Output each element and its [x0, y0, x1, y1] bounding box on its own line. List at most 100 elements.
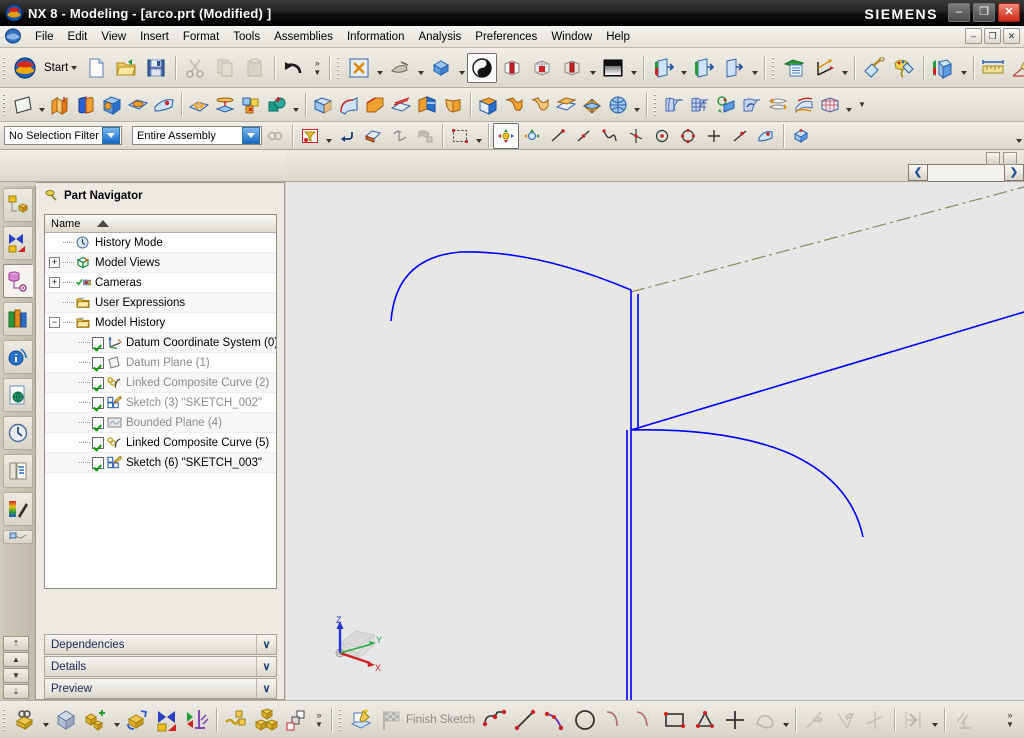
edge-blend-icon[interactable] — [336, 92, 362, 118]
x-form-icon[interactable] — [765, 92, 791, 118]
feature-suppress-checkbox[interactable] — [92, 416, 104, 429]
end-point-icon[interactable] — [545, 123, 571, 149]
control-point-icon[interactable] — [597, 123, 623, 149]
quadrant-point-icon[interactable] — [675, 123, 701, 149]
tree-expander-icon[interactable]: + — [49, 257, 60, 268]
static-wireframe-icon[interactable] — [497, 53, 527, 83]
trim-body-icon[interactable] — [238, 92, 264, 118]
resource-bar-item-constraint-navigator[interactable] — [2, 226, 33, 260]
toolbar-grip[interactable] — [653, 91, 658, 118]
wave-geometry-icon[interactable] — [221, 705, 251, 735]
sort-ascending-icon[interactable] — [97, 220, 109, 227]
measure-distance-icon[interactable] — [978, 53, 1008, 83]
save-icon[interactable] — [141, 53, 171, 83]
chevron-down-icon[interactable]: ∨ — [256, 679, 276, 698]
dimension-dropdown-caret[interactable] — [929, 706, 940, 734]
resource-scroll-down-button[interactable]: ▼ — [3, 668, 29, 683]
undo-icon[interactable] — [279, 53, 309, 83]
inferred-point-icon[interactable] — [519, 123, 545, 149]
quick-extend-icon[interactable] — [830, 705, 860, 735]
tree-row[interactable]: Sketch (3) "SKETCH_002" — [45, 393, 276, 413]
graphics-scroll-left-button[interactable]: ❮ — [908, 164, 928, 181]
curve-dropdown-caret[interactable] — [780, 706, 791, 734]
part-navigator-tree[interactable]: Name History Mode + Model Views + Cameras Use… — [44, 214, 277, 589]
undo-selection-icon[interactable] — [334, 123, 360, 149]
section-details[interactable]: Details ∨ — [44, 656, 277, 677]
assembly-constraint-icon[interactable] — [182, 705, 212, 735]
clip-dropdown-caret[interactable] — [749, 54, 760, 82]
hole-icon[interactable] — [99, 92, 125, 118]
feature-toolbar-overflow[interactable]: ▼ — [854, 90, 870, 120]
toolbar-grip[interactable] — [2, 91, 7, 118]
tree-row[interactable]: − Model History — [45, 313, 276, 333]
shaded-with-edges-icon[interactable] — [467, 52, 498, 83]
finish-sketch-icon[interactable] — [376, 705, 406, 735]
wireframe-with-hidden-icon[interactable] — [557, 53, 587, 83]
trim-icon[interactable] — [414, 92, 440, 118]
make-corner-icon[interactable] — [860, 705, 890, 735]
find-dropdown-caret[interactable] — [40, 706, 51, 734]
selection-scope-combo[interactable]: Entire Assembly — [132, 126, 262, 145]
arc-icon[interactable] — [540, 705, 570, 735]
menu-item-information[interactable]: Information — [340, 29, 412, 45]
menu-item-preferences[interactable]: Preferences — [468, 29, 544, 45]
tree-column-header[interactable]: Name — [45, 215, 276, 233]
assembly-toolbar-overflow[interactable]: » ▼ — [311, 705, 327, 735]
add-component-icon[interactable] — [81, 705, 111, 735]
selection-scope-caret[interactable] — [242, 127, 260, 144]
graphics-window[interactable]: Z X Y — [286, 182, 1024, 700]
menu-item-tools[interactable]: Tools — [226, 29, 267, 45]
tree-row[interactable]: Datum Plane (1) — [45, 353, 276, 373]
rectangle-selection-icon[interactable] — [447, 123, 473, 149]
tree-row[interactable]: Bounded Plane (4) — [45, 413, 276, 433]
sweep-icon[interactable] — [527, 92, 553, 118]
select-face-icon[interactable] — [360, 123, 386, 149]
start-menu-button[interactable]: Start — [40, 60, 81, 76]
assembly-dropdown-caret[interactable] — [958, 54, 969, 82]
tree-expander-icon[interactable]: − — [49, 317, 60, 328]
wcs-icon[interactable] — [809, 53, 839, 83]
thread-icon[interactable] — [388, 92, 414, 118]
enable-snap-icon[interactable] — [493, 122, 519, 149]
zoom-dropdown-caret[interactable] — [415, 54, 426, 82]
selection-filter-combo[interactable]: No Selection Filter — [4, 126, 122, 145]
rotate-icon[interactable] — [426, 53, 456, 83]
feature-suppress-checkbox[interactable] — [92, 356, 104, 369]
sketch-in-task-env-icon[interactable] — [346, 705, 376, 735]
studio-icon[interactable] — [527, 53, 557, 83]
studio-spline-icon[interactable] — [750, 705, 780, 735]
graphics-scroll-track[interactable] — [928, 164, 1004, 182]
toolbar-grip[interactable] — [336, 54, 342, 81]
menu-item-insert[interactable]: Insert — [133, 29, 176, 45]
app-menu-icon[interactable] — [4, 28, 24, 46]
selection-shape-caret[interactable] — [473, 122, 484, 150]
menu-item-assemblies[interactable]: Assemblies — [267, 29, 340, 45]
minimize-button[interactable]: – — [948, 3, 970, 22]
offset-face-icon[interactable] — [440, 92, 466, 118]
patch-icon[interactable] — [553, 92, 579, 118]
tree-row[interactable]: + Cameras — [45, 273, 276, 293]
background-icon[interactable] — [598, 53, 628, 83]
quick-trim-icon[interactable] — [800, 705, 830, 735]
chamfer-sketch-icon[interactable] — [630, 705, 660, 735]
section-preview[interactable]: Preview ∨ — [44, 678, 277, 699]
feature-suppress-checkbox[interactable] — [92, 456, 104, 469]
wcs-dropdown-caret[interactable] — [839, 54, 850, 82]
edit-display-icon[interactable] — [889, 53, 919, 83]
find-object-icon[interactable] — [10, 705, 40, 735]
point-icon[interactable] — [720, 705, 750, 735]
extrude-icon[interactable] — [47, 92, 73, 118]
restore-button[interactable]: ❐ — [973, 3, 995, 22]
resource-scroll-bottom-button[interactable]: ⇣ — [3, 684, 29, 699]
arc-center-icon[interactable] — [649, 123, 675, 149]
resource-bar-item-web-browser[interactable] — [2, 378, 33, 412]
new-icon[interactable] — [81, 53, 111, 83]
assembly-icon[interactable] — [51, 705, 81, 735]
reset-wcs-icon[interactable] — [386, 123, 412, 149]
fillet-icon[interactable] — [600, 705, 630, 735]
chamfer-icon[interactable] — [362, 92, 388, 118]
tree-row[interactable]: + Model Views — [45, 253, 276, 273]
menu-item-window[interactable]: Window — [544, 29, 599, 45]
rotate-dropdown-caret[interactable] — [456, 54, 467, 82]
rectangle-icon[interactable] — [660, 705, 690, 735]
